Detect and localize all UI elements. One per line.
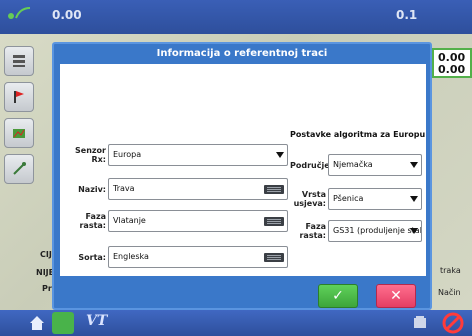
field-icon: [13, 129, 25, 138]
virtual-terminal-button[interactable]: VT: [86, 313, 107, 329]
growth-stage-row: Faza rasta: Vlatanje: [68, 210, 288, 232]
growth-stage-eu-dropdown[interactable]: GS31 (produljenje stab: [328, 220, 422, 242]
sensor-value: Europa: [113, 150, 142, 159]
sensor-row: Senzor Rx: Europa: [68, 144, 288, 166]
growth-stage-eu-label: Faza rasta:: [299, 222, 326, 240]
name-label: Naziv:: [78, 184, 106, 194]
cancel-button[interactable]: ✕: [376, 284, 416, 308]
bg-left-label-1: CIJ: [40, 250, 52, 259]
close-icon: ✕: [390, 288, 402, 304]
growth-stage-value: Vlatanje: [113, 216, 146, 225]
dialog-body: Senzor Rx: Europa Naziv: Trava Faza rast…: [60, 64, 426, 276]
stop-icon[interactable]: [442, 312, 464, 334]
area-value: Njemačka: [333, 160, 373, 169]
flag-icon: [14, 91, 24, 103]
right-value-chip: 0.00 0.00: [432, 48, 472, 78]
variety-field[interactable]: Engleska: [108, 246, 288, 268]
growth-stage-label: Faza rasta:: [79, 212, 106, 230]
name-field[interactable]: Trava: [108, 178, 288, 200]
sensor-label: Senzor Rx:: [75, 146, 106, 164]
area-dropdown[interactable]: Njemačka: [328, 154, 422, 176]
path-tool-button[interactable]: [4, 154, 34, 184]
chevron-down-icon: [410, 196, 418, 202]
run-screen-button[interactable]: [52, 312, 74, 334]
flag-tool-button[interactable]: [4, 82, 34, 112]
keyboard-icon[interactable]: [264, 185, 284, 194]
confirm-button[interactable]: ✓: [318, 284, 358, 308]
growth-stage-field[interactable]: Vlatanje: [108, 210, 288, 232]
path-icon: [13, 162, 26, 175]
area-label: Područje:: [290, 160, 333, 170]
reference-strip-dialog: Informacija o referentnoj traci Senzor R…: [52, 42, 432, 310]
crop-type-value: Pšenica: [333, 194, 364, 203]
bg-left-label-3: Pr: [42, 284, 52, 293]
check-icon: ✓: [332, 288, 344, 304]
gps-signal-icon: [8, 7, 31, 19]
left-toolbar: [4, 46, 40, 190]
home-icon[interactable]: [28, 314, 46, 332]
field-tool-button[interactable]: [4, 118, 34, 148]
top-left-value: 0.00: [52, 8, 82, 22]
chevron-down-icon: [410, 228, 418, 234]
crop-type-label: Vrsta usjeva:: [293, 190, 326, 208]
crop-type-dropdown[interactable]: Pšenica: [328, 188, 422, 210]
growth-stage-eu-value: GS31 (produljenje stab: [333, 226, 422, 235]
bg-right-label-2: Način: [438, 288, 461, 297]
name-row: Naziv: Trava: [68, 178, 288, 200]
variety-value: Engleska: [113, 252, 149, 261]
list-tool-button[interactable]: [4, 46, 34, 76]
list-icon: [13, 55, 25, 67]
bg-right-label-1: traka: [440, 266, 461, 275]
growth-stage-eu-row: Faza rasta: GS31 (produljenje stab: [290, 220, 422, 242]
chevron-down-icon: [410, 162, 418, 168]
variety-row: Sorta: Engleska: [68, 246, 288, 268]
area-row: Područje: Njemačka: [290, 154, 422, 176]
sensor-dropdown[interactable]: Europa: [108, 144, 288, 166]
name-value: Trava: [113, 184, 135, 193]
variety-label: Sorta:: [78, 252, 106, 262]
chevron-down-icon: [276, 152, 284, 158]
storage-icon[interactable]: [412, 314, 428, 330]
top-right-value: 0.1: [396, 8, 418, 22]
dialog-title: Informacija o referentnoj traci: [156, 48, 328, 59]
right-chip-line2: 0.00: [438, 63, 466, 76]
keyboard-icon[interactable]: [264, 217, 284, 226]
bottom-nav-bar: VT: [0, 310, 472, 336]
crop-type-row: Vrsta usjeva: Pšenica: [290, 188, 422, 210]
top-status-bar: 0.00 0.1: [0, 0, 472, 34]
keyboard-icon[interactable]: [264, 253, 284, 262]
europe-algorithm-title: Postavke algoritma za Europu: [290, 130, 426, 139]
